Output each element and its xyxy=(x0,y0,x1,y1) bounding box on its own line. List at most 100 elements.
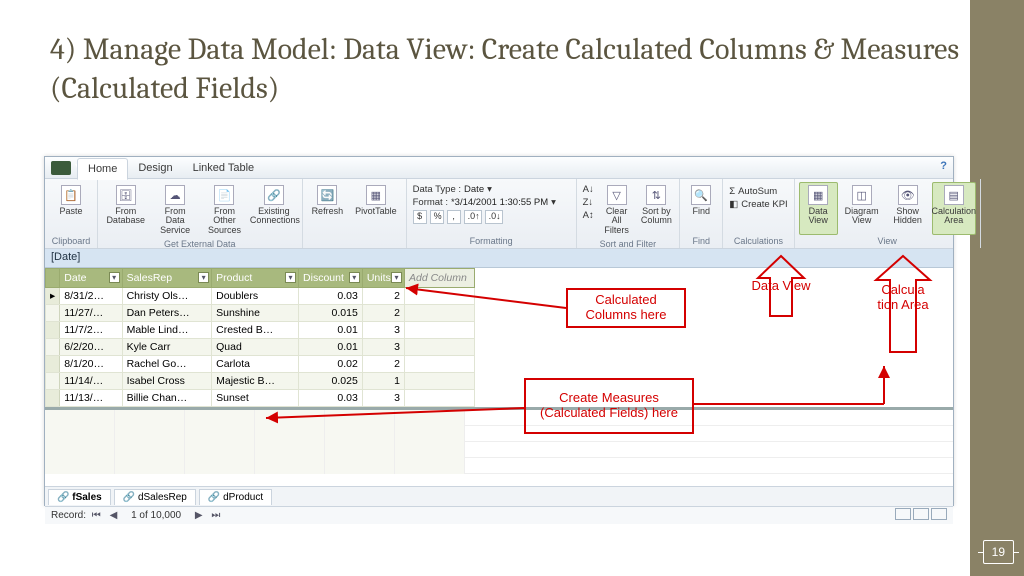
col-header-product[interactable]: Product▾ xyxy=(212,269,299,288)
from-other-sources-button[interactable]: 📄From Other Sources xyxy=(201,182,248,238)
create-kpi-button[interactable]: ◧ Create KPI xyxy=(729,199,787,210)
col-header-discount[interactable]: Discount▾ xyxy=(299,269,363,288)
cell-salesrep[interactable]: Isabel Cross xyxy=(122,373,212,390)
decrease-decimal-button[interactable]: .0↓ xyxy=(485,210,503,224)
status-view-icon-3[interactable] xyxy=(931,508,947,520)
clear-filters-button[interactable]: ▽Clear All Filters xyxy=(598,182,636,238)
cell-addcolumn[interactable] xyxy=(405,305,475,322)
cell-addcolumn[interactable] xyxy=(405,390,475,407)
cell-discount[interactable]: 0.015 xyxy=(299,305,363,322)
cell-discount[interactable]: 0.03 xyxy=(299,390,363,407)
cell-addcolumn[interactable] xyxy=(405,339,475,356)
filter-drop-icon[interactable]: ▾ xyxy=(109,272,120,283)
sort-by-column-button[interactable]: ⇅Sort by Column xyxy=(637,182,675,238)
increase-decimal-button[interactable]: .0↑ xyxy=(464,210,482,224)
data-view-button[interactable]: ▦Data View xyxy=(799,182,838,235)
cell-product[interactable]: Carlota xyxy=(212,356,299,373)
cell-discount[interactable]: 0.03 xyxy=(299,288,363,305)
nav-last-button[interactable]: ⏭ xyxy=(208,510,223,521)
row-selector[interactable] xyxy=(46,356,60,373)
table-row[interactable]: 11/7/2…Mable Lind…Crested B…0.013 xyxy=(46,322,475,339)
calculation-area[interactable] xyxy=(45,410,953,478)
percent-button[interactable]: % xyxy=(430,210,444,224)
cell-product[interactable]: Sunset xyxy=(212,390,299,407)
cell-salesrep[interactable]: Dan Peters… xyxy=(122,305,212,322)
refresh-button[interactable]: 🔄Refresh xyxy=(307,182,349,235)
column-name-bar[interactable]: [Date] xyxy=(45,249,953,268)
sort-desc-button[interactable]: Z↓ xyxy=(583,197,594,208)
table-row[interactable]: 11/13/…Billie Chan…Sunset0.033 xyxy=(46,390,475,407)
row-selector[interactable] xyxy=(46,305,60,322)
cell-discount[interactable]: 0.01 xyxy=(299,339,363,356)
help-icon[interactable]: ? xyxy=(940,160,947,172)
filter-drop-icon[interactable]: ▾ xyxy=(391,272,402,283)
row-selector[interactable] xyxy=(46,390,60,407)
pivottable-button[interactable]: ▦PivotTable xyxy=(350,182,402,235)
table-row[interactable]: 6/2/20…Kyle CarrQuad0.013 xyxy=(46,339,475,356)
diagram-view-button[interactable]: ◫Diagram View xyxy=(840,182,884,235)
col-header-units[interactable]: Units▾ xyxy=(362,269,404,288)
currency-button[interactable]: $ xyxy=(413,210,427,224)
cell-date[interactable]: 11/13/… xyxy=(60,390,122,407)
from-database-button[interactable]: 🗄From Database xyxy=(102,182,149,238)
cell-discount[interactable]: 0.02 xyxy=(299,356,363,373)
sheet-tab-dsalesrep[interactable]: 🔗 dSalesRep xyxy=(114,489,196,505)
cell-addcolumn[interactable] xyxy=(405,288,475,305)
cell-salesrep[interactable]: Mable Lind… xyxy=(122,322,212,339)
cell-product[interactable]: Sunshine xyxy=(212,305,299,322)
tab-design[interactable]: Design xyxy=(128,157,182,179)
cell-salesrep[interactable]: Rachel Go… xyxy=(122,356,212,373)
cell-units[interactable]: 3 xyxy=(362,322,404,339)
show-hidden-button[interactable]: 👁Show Hidden xyxy=(886,182,930,235)
cell-units[interactable]: 1 xyxy=(362,373,404,390)
from-data-service-button[interactable]: ☁From Data Service xyxy=(151,182,198,238)
cell-units[interactable]: 3 xyxy=(362,339,404,356)
col-header-date[interactable]: Date▾ xyxy=(60,269,122,288)
chevron-down-icon[interactable]: ▾ xyxy=(551,197,556,208)
cell-addcolumn[interactable] xyxy=(405,373,475,390)
find-button[interactable]: 🔍Find xyxy=(684,182,718,235)
cell-units[interactable]: 2 xyxy=(362,305,404,322)
status-view-icon-1[interactable] xyxy=(895,508,911,520)
add-column-header[interactable]: Add Column xyxy=(405,269,475,288)
cell-units[interactable]: 2 xyxy=(362,356,404,373)
cell-date[interactable]: 11/7/2… xyxy=(60,322,122,339)
cell-product[interactable]: Crested B… xyxy=(212,322,299,339)
cell-date[interactable]: 11/14/… xyxy=(60,373,122,390)
tab-linked-table[interactable]: Linked Table xyxy=(183,157,265,179)
paste-button[interactable]: 📋 Paste xyxy=(49,182,93,235)
nav-first-button[interactable]: ⏮ xyxy=(89,510,104,521)
cell-salesrep[interactable]: Kyle Carr xyxy=(122,339,212,356)
calculation-area-button[interactable]: ▤Calculation Area xyxy=(932,182,976,235)
row-selector[interactable]: ▸ xyxy=(46,288,60,305)
cell-addcolumn[interactable] xyxy=(405,356,475,373)
table-row[interactable]: 8/1/20…Rachel Go…Carlota0.022 xyxy=(46,356,475,373)
sheet-tab-fsales[interactable]: 🔗 fSales xyxy=(48,489,111,505)
cell-salesrep[interactable]: Billie Chan… xyxy=(122,390,212,407)
clear-sort-button[interactable]: A↕ xyxy=(583,210,594,221)
chevron-down-icon[interactable]: ▾ xyxy=(487,184,492,195)
cell-product[interactable]: Quad xyxy=(212,339,299,356)
row-selector[interactable] xyxy=(46,339,60,356)
format-value[interactable]: *3/14/2001 1:30:55 PM xyxy=(451,197,548,208)
table-row[interactable]: 11/27/…Dan Peters…Sunshine0.0152 xyxy=(46,305,475,322)
cell-product[interactable]: Doublers xyxy=(212,288,299,305)
nav-prev-button[interactable]: ◀ xyxy=(107,510,121,521)
filter-drop-icon[interactable]: ▾ xyxy=(349,272,360,283)
cell-date[interactable]: 8/1/20… xyxy=(60,356,122,373)
cell-addcolumn[interactable] xyxy=(405,322,475,339)
cell-salesrep[interactable]: Christy Ols… xyxy=(122,288,212,305)
autosum-button[interactable]: Σ AutoSum xyxy=(729,186,787,197)
existing-connections-button[interactable]: 🔗Existing Connections xyxy=(250,182,297,238)
cell-date[interactable]: 6/2/20… xyxy=(60,339,122,356)
nav-next-button[interactable]: ▶ xyxy=(192,510,206,521)
col-header-salesrep[interactable]: SalesRep▾ xyxy=(122,269,212,288)
row-selector[interactable] xyxy=(46,373,60,390)
table-row[interactable]: 11/14/…Isabel CrossMajestic B…0.0251 xyxy=(46,373,475,390)
sort-asc-button[interactable]: A↓ xyxy=(583,184,594,195)
table-row[interactable]: ▸8/31/2…Christy Ols…Doublers0.032 xyxy=(46,288,475,305)
data-type-value[interactable]: Date xyxy=(464,184,484,195)
row-selector[interactable] xyxy=(46,322,60,339)
filter-drop-icon[interactable]: ▾ xyxy=(198,272,209,283)
sheet-tab-dproduct[interactable]: 🔗 dProduct xyxy=(199,489,272,505)
